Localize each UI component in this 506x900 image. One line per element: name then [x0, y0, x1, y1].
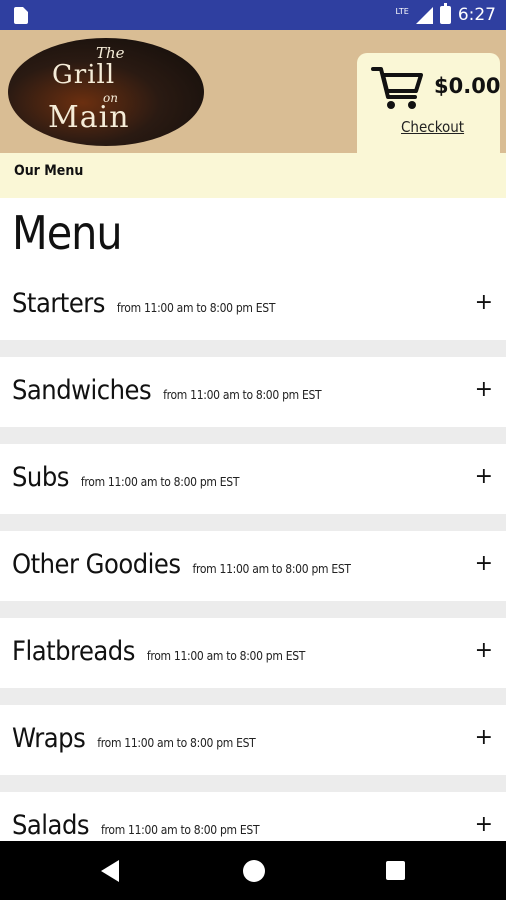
page-title: Menu: [12, 206, 123, 260]
recent-apps-icon[interactable]: [386, 861, 405, 880]
menu-section-subs[interactable]: Subs from 11:00 am to 8:00 pm EST +: [0, 444, 506, 514]
expand-icon[interactable]: +: [475, 290, 493, 315]
section-hours: from 11:00 am to 8:00 pm EST: [146, 649, 306, 663]
section-name: Flatbreads: [12, 636, 135, 667]
section-hours: from 11:00 am to 8:00 pm EST: [101, 823, 260, 837]
expand-icon[interactable]: +: [475, 551, 493, 576]
lte-label: LTE: [395, 6, 409, 16]
battery-icon: [439, 3, 451, 24]
expand-icon[interactable]: +: [475, 377, 493, 402]
signal-icon: [415, 6, 433, 24]
restaurant-logo[interactable]: The Grill on Main: [8, 38, 204, 146]
section-hours: from 11:00 am to 8:00 pm EST: [116, 301, 276, 315]
section-hours: from 11:00 am to 8:00 pm EST: [192, 562, 352, 576]
app-screen: LTE 6:27 The Grill on Main $0.00 Checkou…: [0, 0, 506, 900]
breadcrumb: Our Menu: [0, 153, 506, 198]
menu-section-wraps[interactable]: Wraps from 11:00 am to 8:00 pm EST +: [0, 705, 506, 775]
clock: 6:27: [457, 5, 496, 25]
cart-total: $0.00: [434, 74, 501, 98]
expand-icon[interactable]: +: [475, 725, 493, 750]
checkout-link[interactable]: Checkout: [401, 118, 464, 136]
menu-content[interactable]: Menu Starters from 11:00 am to 8:00 pm ES…: [0, 198, 506, 841]
notification-document-icon: [14, 7, 28, 24]
header: The Grill on Main $0.00 Checkout: [0, 30, 506, 157]
breadcrumb-our-menu[interactable]: Our Menu: [14, 163, 83, 179]
menu-section-flatbreads[interactable]: Flatbreads from 11:00 am to 8:00 pm EST +: [0, 618, 506, 688]
home-icon[interactable]: [243, 860, 265, 882]
section-hours: from 11:00 am to 8:00 pm EST: [80, 475, 240, 489]
status-bar-right: LTE 6:27: [395, 3, 496, 26]
menu-title-container: Menu: [0, 198, 506, 270]
system-navigation-bar: [0, 841, 506, 900]
section-name: Wraps: [12, 723, 86, 754]
section-name: Other Goodies: [12, 549, 181, 580]
expand-icon[interactable]: +: [475, 464, 493, 489]
menu-section-sandwiches[interactable]: Sandwiches from 11:00 am to 8:00 pm EST +: [0, 357, 506, 427]
section-name: Starters: [12, 288, 105, 319]
expand-icon[interactable]: +: [475, 812, 493, 837]
menu-section-other-goodies[interactable]: Other Goodies from 11:00 am to 8:00 pm ES…: [0, 531, 506, 601]
menu-section-salads[interactable]: Salads from 11:00 am to 8:00 pm EST +: [0, 792, 506, 841]
cart-widget[interactable]: $0.00 Checkout: [357, 53, 500, 157]
menu-section-starters[interactable]: Starters from 11:00 am to 8:00 pm EST +: [0, 270, 506, 340]
section-hours: from 11:00 am to 8:00 pm EST: [163, 388, 322, 402]
logo-grill: Grill: [52, 60, 116, 90]
section-name: Subs: [12, 462, 69, 493]
shopping-cart-icon[interactable]: [371, 65, 423, 111]
logo-main: Main: [48, 100, 130, 135]
expand-icon[interactable]: +: [475, 638, 493, 663]
section-name: Salads: [12, 810, 90, 841]
back-icon[interactable]: [101, 860, 119, 882]
section-hours: from 11:00 am to 8:00 pm EST: [97, 736, 256, 750]
status-bar: LTE 6:27: [0, 0, 506, 30]
section-name: Sandwiches: [12, 375, 152, 406]
